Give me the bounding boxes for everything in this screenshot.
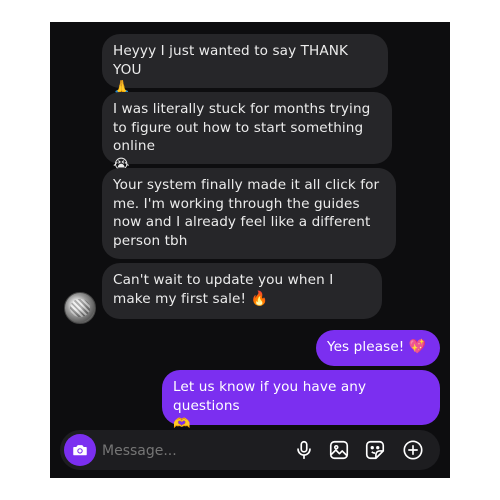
- message-composer: [60, 430, 440, 470]
- message-bubble-incoming[interactable]: Can't wait to update you when I make my …: [102, 263, 382, 319]
- message-text: Can't wait to update you when I make my …: [113, 272, 334, 307]
- sparkling-heart-emoji-icon: 💖: [408, 339, 427, 355]
- microphone-icon: [297, 440, 311, 460]
- add-icon: [403, 440, 423, 460]
- message-text: I was literally stuck for months trying …: [113, 101, 371, 154]
- message-text: Your system finally made it all click fo…: [113, 177, 380, 249]
- gallery-button[interactable]: [328, 439, 350, 461]
- avatar[interactable]: [64, 292, 96, 324]
- message-bubble-incoming[interactable]: Heyyy I just wanted to say THANK YOU 🙏: [102, 34, 388, 96]
- message-text: Yes please!: [327, 339, 405, 355]
- message-bubble-outgoing[interactable]: Yes please! 💖: [316, 330, 440, 366]
- message-bubble-incoming[interactable]: Your system finally made it all click fo…: [102, 168, 396, 259]
- sticker-button[interactable]: [364, 439, 386, 461]
- microphone-button[interactable]: [293, 439, 315, 461]
- camera-button[interactable]: [64, 434, 96, 466]
- chat-screen: Heyyy I just wanted to say THANK YOU 🙏 I…: [50, 22, 450, 478]
- message-text: Heyyy I just wanted to say THANK YOU: [113, 43, 349, 78]
- message-bubble-outgoing[interactable]: Let us know if you have any questions 🫶: [162, 370, 440, 432]
- sticker-icon: [365, 440, 385, 460]
- message-input[interactable]: [100, 436, 294, 466]
- gallery-icon: [329, 440, 349, 460]
- message-text: Let us know if you have any questions: [173, 379, 367, 414]
- fire-emoji-icon: 🔥: [250, 290, 269, 307]
- camera-icon: [73, 445, 87, 456]
- message-bubble-incoming[interactable]: I was literally stuck for months trying …: [102, 92, 392, 173]
- add-button[interactable]: [402, 439, 424, 461]
